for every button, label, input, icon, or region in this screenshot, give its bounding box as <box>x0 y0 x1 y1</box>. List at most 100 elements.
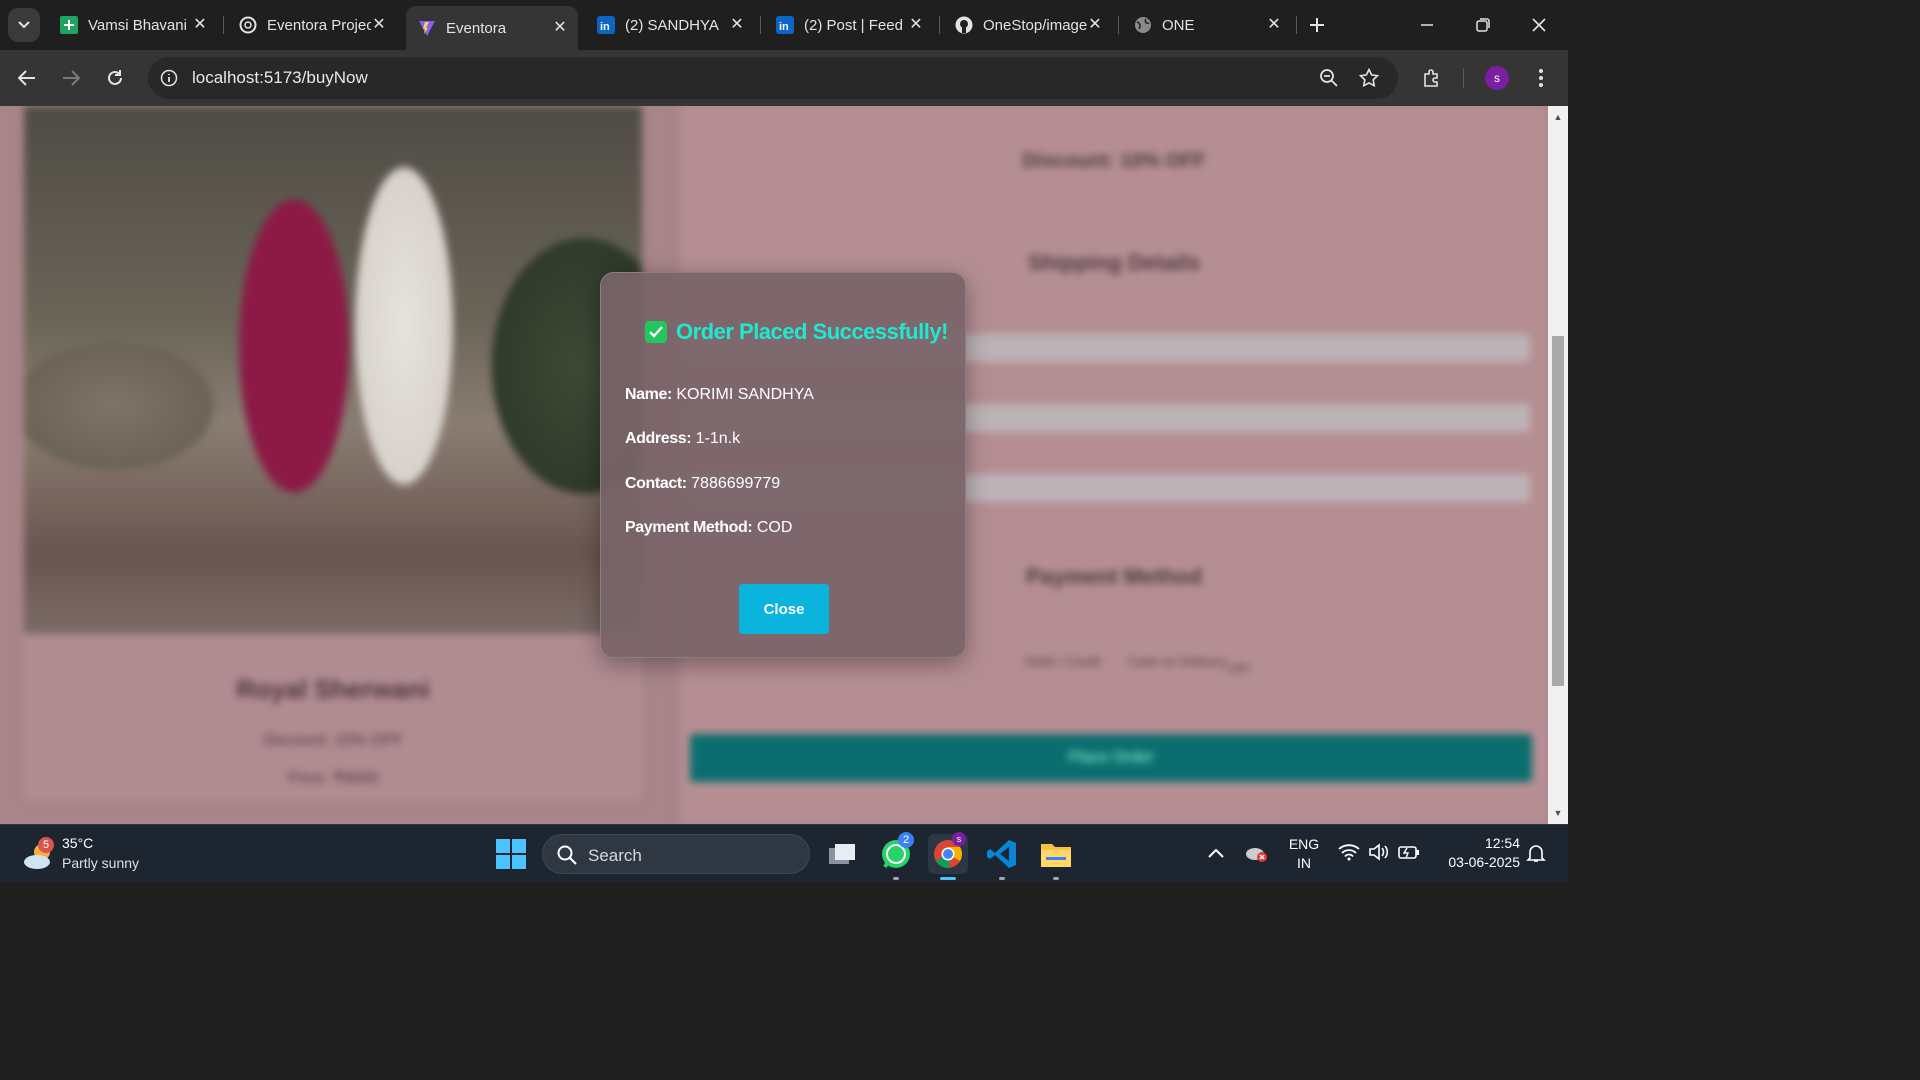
checkmark-icon <box>645 321 667 343</box>
tab-search-button[interactable] <box>8 8 40 42</box>
contact-value: 7886699779 <box>691 475 781 492</box>
scroll-thumb[interactable] <box>1552 336 1564 686</box>
reload-button[interactable] <box>101 64 129 92</box>
zoom-icon[interactable] <box>1318 67 1340 89</box>
tab-title: Vamsi Bhavani <box>88 16 187 34</box>
payment-option-cod[interactable]: Cash on Delivery <box>1128 654 1227 669</box>
start-button[interactable] <box>496 839 526 869</box>
payment-option-upi[interactable]: UPI <box>1228 661 1250 676</box>
extensions-button[interactable] <box>1418 64 1446 92</box>
chevron-up-icon <box>1208 848 1224 858</box>
task-view-button[interactable] <box>822 834 862 874</box>
product-image <box>24 106 642 634</box>
taskbar-search[interactable]: Search <box>542 834 810 874</box>
battery-icon[interactable] <box>1398 844 1420 865</box>
taskbar-file-explorer[interactable] <box>1036 834 1076 880</box>
language-top[interactable]: ENG <box>1286 836 1322 852</box>
chrome-profile-badge: s <box>952 832 966 846</box>
menu-button[interactable] <box>1527 64 1555 92</box>
close-icon[interactable]: ✕ <box>192 17 208 33</box>
restore-button[interactable] <box>1470 12 1496 38</box>
onedrive-tray[interactable] <box>1245 843 1269 868</box>
product-name: Royal Sherwani <box>236 674 430 704</box>
product-card: Royal Sherwani Discount: 10% OFF Price: … <box>24 634 642 800</box>
close-icon[interactable]: ✕ <box>1087 17 1103 33</box>
order-contact-row: Contact: 7886699779 <box>625 475 780 493</box>
taskbar-vscode[interactable] <box>982 834 1022 880</box>
close-icon[interactable]: ✕ <box>1266 17 1282 33</box>
vscode-icon <box>987 840 1016 868</box>
running-indicator <box>940 877 956 880</box>
tab-eventora[interactable]: Eventora ✕ <box>406 6 578 50</box>
address-value: 1-1n.k <box>695 430 741 447</box>
payment-label: Payment Method: <box>625 519 753 536</box>
svg-text:in: in <box>779 21 789 33</box>
scroll-down-icon[interactable]: ▼ <box>1553 808 1563 818</box>
scroll-up-icon[interactable]: ▲ <box>1553 112 1563 122</box>
tab-linkedin-feed[interactable]: in (2) Post | Feed ✕ <box>764 6 934 44</box>
tab-divider <box>939 16 940 34</box>
weather-condition: Partly sunny <box>62 855 140 871</box>
contact-label: Contact: <box>625 475 687 492</box>
address-label: Address: <box>625 430 692 447</box>
order-address-row: Address: 1-1n.k <box>625 430 740 448</box>
address-bar[interactable]: localhost:5173/buyNow <box>148 57 1398 99</box>
close-button[interactable]: Close <box>739 584 829 634</box>
payment-value: COD <box>756 519 793 536</box>
taskbar-chrome[interactable]: s <box>928 832 968 880</box>
windows-taskbar: 5 35°C Partly sunny Search 2 s ENG IN 12… <box>0 824 1568 882</box>
tab-strip: Vamsi Bhavani ✕ Eventora Project ✕ Event… <box>0 0 1568 50</box>
minimize-button[interactable] <box>1414 12 1440 38</box>
tab-github-onestop[interactable]: OneStop/images ✕ <box>943 6 1113 44</box>
weather-badge: 5 <box>38 837 54 853</box>
page-scrollbar[interactable]: ▲ ▼ <box>1548 106 1568 824</box>
arrow-left-icon <box>18 70 35 86</box>
whatsapp-badge: 2 <box>898 832 914 848</box>
profile-avatar[interactable]: s <box>1485 66 1509 90</box>
forward-button[interactable] <box>57 64 85 92</box>
clock-time[interactable]: 12:54 <box>1430 835 1520 851</box>
close-icon[interactable]: ✕ <box>552 20 568 36</box>
taskbar-whatsapp[interactable]: 2 <box>876 832 916 880</box>
close-icon[interactable]: ✕ <box>371 17 387 33</box>
new-tab-button[interactable] <box>1304 12 1330 38</box>
github-icon <box>955 16 973 34</box>
reload-icon <box>108 70 122 85</box>
product-discount: Discount: 10% OFF <box>263 732 403 749</box>
weather-temp: 35°C <box>62 835 94 851</box>
weather-widget[interactable]: 5 35°C Partly sunny <box>22 833 172 875</box>
tab-eventora-project[interactable]: Eventora Project ✕ <box>227 6 397 44</box>
site-info-icon[interactable] <box>158 67 180 89</box>
wifi-icon[interactable] <box>1338 843 1360 866</box>
svg-text:in: in <box>600 21 610 33</box>
tab-vamsi-bhavani[interactable]: Vamsi Bhavani ✕ <box>48 6 218 44</box>
bookmark-star-icon[interactable] <box>1358 67 1380 89</box>
language-bottom[interactable]: IN <box>1286 855 1322 871</box>
close-window-button[interactable] <box>1526 12 1552 38</box>
notification-icon[interactable] <box>1526 843 1546 868</box>
tab-linkedin-sandhya[interactable]: in (2) SANDHYA ✕ <box>585 6 755 44</box>
kebab-menu-icon <box>1539 69 1543 87</box>
globe-icon <box>1134 16 1152 34</box>
clock-date[interactable]: 03-06-2025 <box>1430 854 1520 870</box>
close-icon[interactable]: ✕ <box>729 17 745 33</box>
tab-one[interactable]: ONE ✕ <box>1122 6 1292 44</box>
tray-overflow-button[interactable] <box>1208 845 1224 863</box>
url-text[interactable]: localhost:5173/buyNow <box>192 68 368 88</box>
windows-logo-icon <box>496 839 526 869</box>
volume-icon[interactable] <box>1368 843 1390 866</box>
sheets-icon <box>60 16 78 34</box>
running-indicator <box>1053 877 1059 880</box>
toolbar-divider <box>1463 68 1464 88</box>
close-icon[interactable]: ✕ <box>908 17 924 33</box>
chatgpt-icon <box>239 16 257 34</box>
folder-icon <box>1041 844 1071 867</box>
back-button[interactable] <box>13 64 41 92</box>
tab-title: Eventora <box>446 19 507 37</box>
place-order-button[interactable]: Place Order <box>690 734 1532 782</box>
plus-icon <box>1310 18 1324 32</box>
name-value: KORIMI SANDHYA <box>676 386 814 403</box>
linkedin-icon: in <box>776 16 794 34</box>
minimize-icon <box>1421 24 1433 26</box>
payment-option-card[interactable]: Debit / Credit <box>1025 654 1101 669</box>
